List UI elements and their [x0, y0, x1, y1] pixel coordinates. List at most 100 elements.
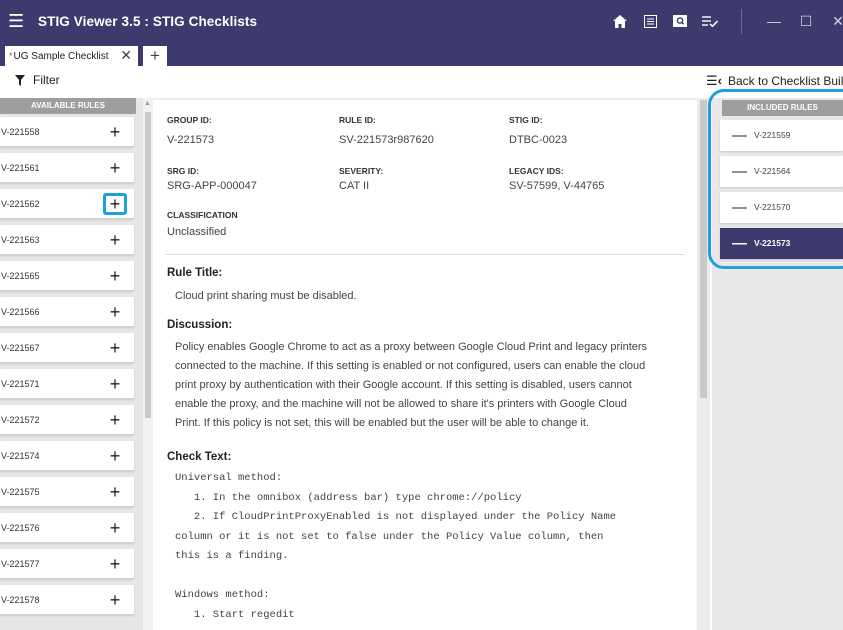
group-id-value: V-221573	[167, 134, 215, 146]
tab-close-icon[interactable]: ✕	[120, 47, 132, 64]
rule-id: V-221565	[1, 271, 40, 281]
available-rule-row[interactable]: V-221561 +	[0, 153, 134, 183]
hamburger-menu-icon[interactable]: ☰	[8, 12, 36, 30]
rule-id: V-221574	[1, 451, 40, 461]
new-tab-button[interactable]: +	[143, 46, 167, 66]
rule-id: V-221562	[1, 199, 40, 209]
rule-id-value: SV-221573r987620	[339, 134, 434, 146]
available-rule-row[interactable]: V-221574 +	[0, 441, 134, 471]
add-rule-button[interactable]: +	[103, 193, 127, 215]
rule-id: V-221577	[1, 559, 40, 569]
discussion-line: print proxy by authentication with their…	[175, 379, 632, 391]
unsaved-marker: *	[9, 51, 13, 61]
rule-id: V-221572	[1, 415, 40, 425]
add-rule-button[interactable]: +	[103, 409, 127, 431]
rule-id: V-221578	[1, 595, 40, 605]
add-rule-button[interactable]: +	[103, 301, 127, 323]
available-rule-row[interactable]: V-221572 +	[0, 405, 134, 435]
scrollbar-thumb[interactable]	[145, 112, 151, 418]
rule-title-text: Cloud print sharing must be disabled.	[175, 290, 357, 302]
filter-label: Filter	[33, 73, 60, 87]
add-rule-button[interactable]: +	[103, 265, 127, 287]
discussion-text: Policy enables Google Chrome to act as a…	[175, 338, 685, 433]
scroll-up-arrow-icon[interactable]: ▲	[144, 100, 151, 107]
group-id-label: GROUP ID:	[167, 115, 212, 125]
discussion-heading: Discussion:	[167, 319, 233, 331]
rule-id-label: RULE ID:	[339, 115, 376, 125]
filter-icon	[15, 74, 25, 86]
add-rule-button[interactable]: +	[103, 157, 127, 179]
available-rule-row[interactable]: V-221576 +	[0, 513, 134, 543]
check-text-line: column or it is not set to false under t…	[175, 530, 604, 543]
discussion-line: enable the proxy, and the machine will n…	[175, 398, 627, 410]
check-text-line	[175, 567, 616, 587]
add-rule-button[interactable]: +	[103, 121, 127, 143]
tab-label: UG Sample Checklist	[13, 50, 109, 62]
available-rules-header: AVAILABLE RULES	[0, 98, 136, 114]
rule-id: V-221571	[1, 379, 40, 389]
back-to-checklist-builder-button[interactable]: ☰‹ Back to Checklist Builder	[706, 73, 843, 89]
severity-label: SEVERITY:	[339, 166, 384, 176]
maximize-icon[interactable]: ☐	[792, 0, 820, 42]
add-rule-button[interactable]: +	[103, 553, 127, 575]
check-text-line: 1. Start regedit	[175, 608, 295, 621]
discussion-line: Print. If this policy is not set, this w…	[175, 417, 589, 429]
check-text-body: Universal method: 1. In the omnibox (add…	[175, 469, 616, 625]
available-rule-row[interactable]: V-221565 +	[0, 261, 134, 291]
available-rules-scrollbar[interactable]: ▲	[143, 98, 153, 630]
discussion-line: connected to the machine. If this settin…	[175, 360, 646, 372]
list-view-icon[interactable]	[636, 0, 664, 42]
discussion-line: Policy enables Google Chrome to act as a…	[175, 341, 648, 353]
rule-id: V-221566	[1, 307, 40, 317]
window-title: STIG Viewer 3.5 : STIG Checklists	[38, 13, 258, 29]
check-text-heading: Check Text:	[167, 451, 232, 463]
classification-value: Unclassified	[167, 226, 227, 238]
title-bar-separator	[741, 9, 742, 34]
rule-id: V-221576	[1, 523, 40, 533]
checklist-icon[interactable]	[696, 0, 724, 42]
title-bar: ☰ STIG Viewer 3.5 : STIG Checklists — ☐ …	[0, 0, 843, 42]
add-rule-button[interactable]: +	[103, 589, 127, 611]
rule-id: V-221575	[1, 487, 40, 497]
available-rule-row[interactable]: V-221571 +	[0, 369, 134, 399]
available-rule-row[interactable]: V-221563 +	[0, 225, 134, 255]
add-rule-button[interactable]: +	[103, 445, 127, 467]
back-label: Back to Checklist Builder	[727, 74, 843, 88]
available-rule-row[interactable]: V-221575 +	[0, 477, 134, 507]
add-rule-button[interactable]: +	[103, 373, 127, 395]
image-search-icon[interactable]	[666, 0, 694, 42]
included-rules-highlight	[708, 89, 843, 269]
rule-title-heading: Rule Title:	[167, 267, 223, 279]
filter-button[interactable]: Filter	[15, 73, 60, 87]
close-icon[interactable]: ✕	[828, 0, 843, 42]
rule-detail-panel: GROUP ID: V-221573 RULE ID: SV-221573r98…	[153, 100, 697, 630]
rule-id: V-221567	[1, 343, 40, 353]
available-rule-row[interactable]: V-221578 +	[0, 585, 134, 615]
add-rule-button[interactable]: +	[103, 517, 127, 539]
add-rule-button[interactable]: +	[103, 337, 127, 359]
available-rule-row[interactable]: V-221577 +	[0, 549, 134, 579]
check-text-line: Windows method:	[175, 589, 270, 601]
tab-ug-sample-checklist[interactable]: * UG Sample Checklist ✕	[5, 46, 138, 66]
available-rule-row[interactable]: V-221558 +	[0, 117, 134, 147]
rule-id: V-221563	[1, 235, 40, 245]
add-rule-button[interactable]: +	[103, 481, 127, 503]
tab-bar: * UG Sample Checklist ✕ +	[0, 42, 843, 66]
check-text-line: this is a finding.	[175, 550, 289, 562]
minimize-icon[interactable]: —	[760, 0, 788, 42]
legacy-ids-label: LEGACY IDS:	[509, 166, 564, 176]
rule-id: V-221561	[1, 163, 40, 173]
available-rule-row[interactable]: V-221567 +	[0, 333, 134, 363]
available-rule-row[interactable]: V-221562 +	[0, 189, 134, 219]
scrollbar-thumb[interactable]	[700, 100, 707, 398]
stig-id-label: STIG ID:	[509, 115, 543, 125]
rule-id: V-221558	[1, 127, 40, 137]
check-text-line: 1. In the omnibox (address bar) type chr…	[175, 491, 522, 504]
available-rule-row[interactable]: V-221566 +	[0, 297, 134, 327]
add-rule-button[interactable]: +	[103, 229, 127, 251]
back-list-icon: ☰‹	[706, 73, 722, 88]
srg-id-value: SRG-APP-000047	[167, 180, 257, 192]
stig-id-value: DTBC-0023	[509, 134, 568, 146]
home-icon[interactable]	[606, 0, 634, 42]
legacy-ids-value: SV-57599, V-44765	[509, 180, 605, 192]
